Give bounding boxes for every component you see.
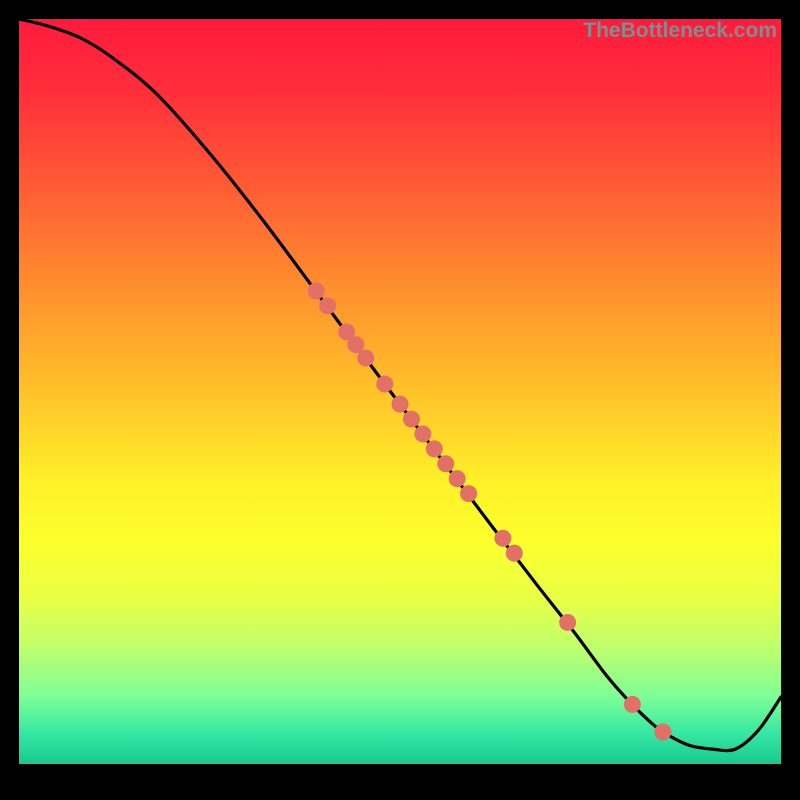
data-point xyxy=(392,396,409,413)
data-point xyxy=(426,440,443,457)
data-point xyxy=(403,411,420,428)
data-point xyxy=(449,470,466,487)
data-point xyxy=(414,425,431,442)
data-point xyxy=(376,376,393,393)
data-point xyxy=(308,282,325,299)
plot-area xyxy=(19,19,781,764)
chart-frame: TheBottleneck.com xyxy=(19,19,781,781)
chart-svg xyxy=(19,19,781,764)
data-point xyxy=(654,723,671,740)
data-point xyxy=(506,545,523,562)
watermark-text: TheBottleneck.com xyxy=(583,19,777,43)
data-point xyxy=(559,614,576,631)
gradient-bg xyxy=(19,19,781,764)
data-point xyxy=(494,530,511,547)
data-point xyxy=(357,349,374,366)
data-point xyxy=(319,297,336,314)
data-point xyxy=(624,696,641,713)
data-point xyxy=(460,485,477,502)
data-point xyxy=(437,455,454,472)
